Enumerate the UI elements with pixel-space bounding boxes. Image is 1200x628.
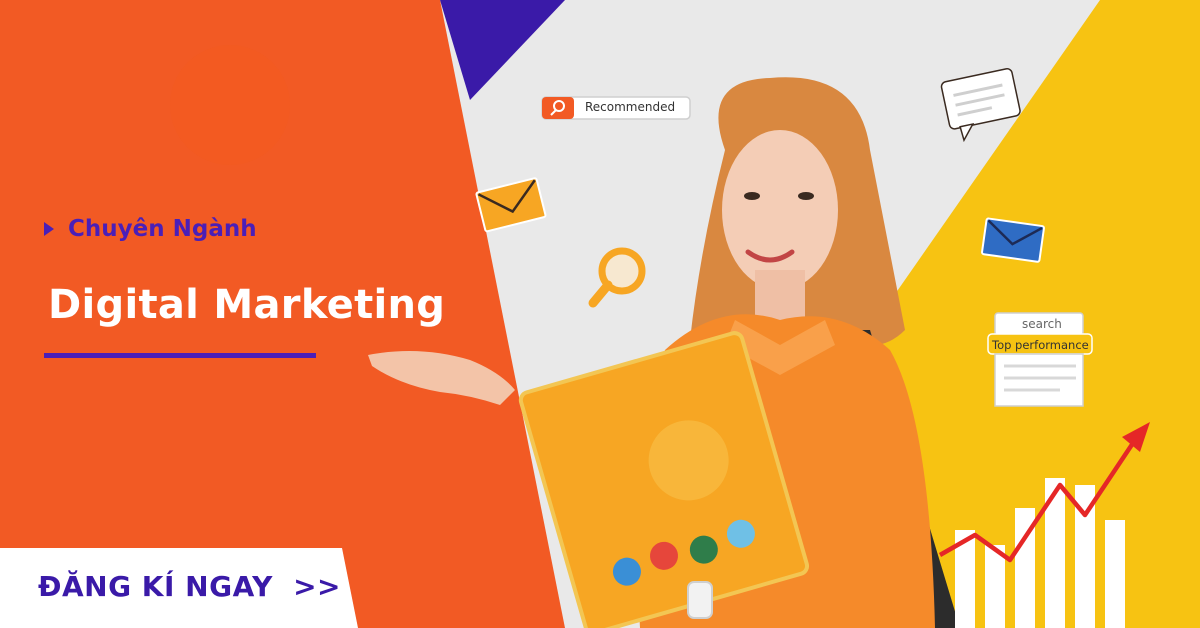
cta-label-wrap: ĐĂNG KÍ NGAY >> (38, 570, 341, 603)
double-chevron-icon: >> (293, 570, 342, 603)
search-label: search (1022, 317, 1062, 331)
title-underline (44, 353, 316, 358)
subheading: Chuyên Ngành (44, 216, 257, 242)
banner-title: Digital Marketing (48, 282, 446, 328)
mail-sticker-blue (981, 217, 1045, 263)
recommended-label: Recommended (585, 100, 676, 114)
cta-label: ĐĂNG KÍ NGAY (38, 570, 273, 603)
register-now-button[interactable]: ĐĂNG KÍ NGAY >> (0, 548, 358, 628)
top-performance-label: Top performance (992, 338, 1089, 352)
play-triangle-icon (44, 222, 54, 236)
promo-banner: Chuyên Ngành Digital Marketing ĐĂNG KÍ N… (0, 0, 1200, 628)
subheading-text: Chuyên Ngành (68, 216, 257, 242)
